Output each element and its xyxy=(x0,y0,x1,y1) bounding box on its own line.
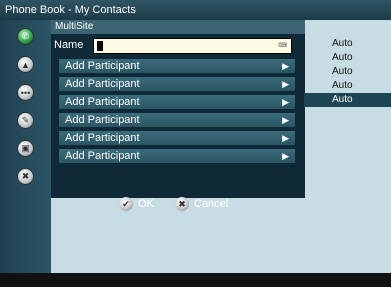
participant-label: Add Participant xyxy=(65,60,140,72)
participant-label: Add Participant xyxy=(65,114,140,126)
bottom-bar xyxy=(0,273,391,287)
add-participant-row[interactable]: Add Participant ▶ xyxy=(59,77,295,91)
cancel-label: Cancel xyxy=(194,198,229,210)
auto-option[interactable]: Auto xyxy=(304,65,391,79)
participant-label: Add Participant xyxy=(65,132,140,144)
auto-option[interactable]: Auto xyxy=(304,93,391,107)
name-row: Name ⌨ xyxy=(54,38,302,54)
keyboard-icon: ⌨ xyxy=(278,43,287,49)
add-participant-row[interactable]: Add Participant ▶ xyxy=(59,149,295,163)
multisite-dialog: MultiSite Name ⌨ Add Participant ▶ Add P… xyxy=(51,20,305,211)
contacts-icon[interactable]: ••• xyxy=(17,84,34,101)
participant-label: Add Participant xyxy=(65,150,140,162)
auto-option[interactable]: Auto xyxy=(304,79,391,93)
arrow-right-icon: ▶ xyxy=(282,97,289,107)
add-participant-row[interactable]: Add Participant ▶ xyxy=(59,113,295,127)
menu-up-icon[interactable]: ▲ xyxy=(17,56,34,73)
add-participant-row[interactable]: Add Participant ▶ xyxy=(59,95,295,109)
participant-label: Add Participant xyxy=(65,78,140,90)
ok-button[interactable]: ✔ OK xyxy=(119,197,154,211)
text-cursor xyxy=(97,41,103,51)
cancel-button[interactable]: ✖ Cancel xyxy=(175,197,228,211)
tools-icon[interactable]: ✖ xyxy=(17,168,34,185)
checkmark-icon: ✔ xyxy=(119,197,133,211)
arrow-right-icon: ▶ xyxy=(282,79,289,89)
arrow-right-icon: ▶ xyxy=(282,61,289,71)
name-input[interactable]: ⌨ xyxy=(93,38,292,54)
window-title: Phone Book - My Contacts xyxy=(0,0,391,20)
ok-label: OK xyxy=(138,198,154,210)
add-participant-row[interactable]: Add Participant ▶ xyxy=(59,131,295,145)
auto-option[interactable]: Auto xyxy=(304,51,391,65)
name-label: Name xyxy=(54,39,84,51)
close-icon: ✖ xyxy=(175,197,189,211)
arrow-right-icon: ▶ xyxy=(282,115,289,125)
participant-label: Add Participant xyxy=(65,96,140,108)
arrow-right-icon: ▶ xyxy=(282,133,289,143)
auto-option[interactable]: Auto xyxy=(304,37,391,51)
dialog-title: MultiSite xyxy=(51,20,305,34)
auto-option-list: Auto Auto Auto Auto Auto xyxy=(304,37,391,107)
phone-icon[interactable]: ✆ xyxy=(17,28,34,45)
tv-icon[interactable]: ▣ xyxy=(17,140,34,157)
dialog-actions: ✔ OK ✖ Cancel xyxy=(51,194,305,218)
add-participant-row[interactable]: Add Participant ▶ xyxy=(59,59,295,73)
arrow-right-icon: ▶ xyxy=(282,151,289,161)
left-sidebar: ✆ ▲ ••• ✎ ▣ ✖ xyxy=(0,20,51,273)
edit-icon[interactable]: ✎ xyxy=(17,112,34,129)
